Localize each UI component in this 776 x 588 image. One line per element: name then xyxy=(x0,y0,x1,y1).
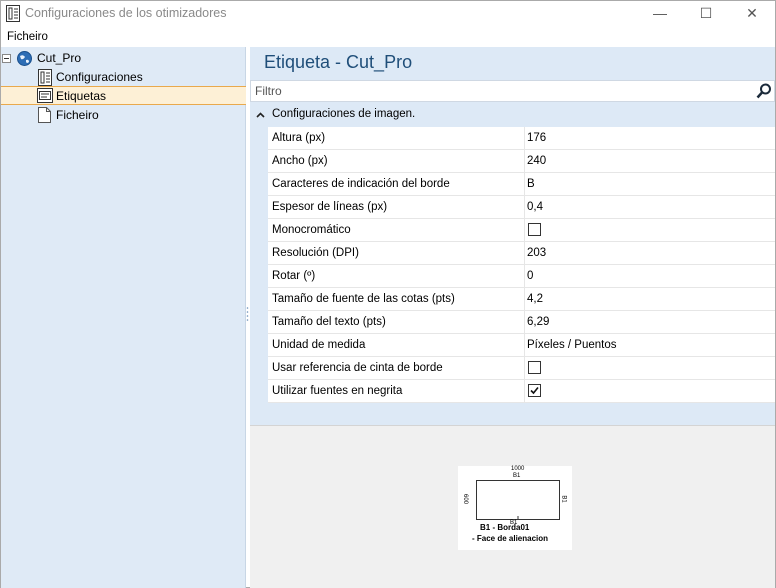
property-name: Tamaño del texto (pts) xyxy=(272,316,386,328)
property-row-monocromatico[interactable]: Monocromático xyxy=(268,219,775,242)
tree-item-cut-pro[interactable]: Cut_Pro xyxy=(1,49,246,68)
category-label: Configuraciones de imagen. xyxy=(272,108,416,120)
property-row-unidad[interactable]: Unidad de medida Píxeles / Puentos xyxy=(268,334,775,357)
column-divider xyxy=(524,219,525,242)
page-title: Etiqueta - Cut_Pro xyxy=(264,52,413,72)
column-divider xyxy=(524,288,525,311)
globe-icon xyxy=(17,51,32,66)
property-value[interactable]: 4,2 xyxy=(527,293,543,305)
column-divider xyxy=(524,311,525,334)
filter-input[interactable] xyxy=(255,83,745,99)
property-name: Monocromático xyxy=(272,224,351,236)
property-name: Unidad de medida xyxy=(272,339,366,351)
face-label: - Face de alienacion xyxy=(472,534,549,543)
label-preview: 1000 B1 600 B1 B1 B1 - Borda01 - Face de… xyxy=(458,466,572,550)
property-row-altura[interactable]: Altura (px) 176 xyxy=(268,127,775,150)
column-divider xyxy=(524,265,525,288)
property-value[interactable]: 6,29 xyxy=(527,316,549,328)
chevron-up-icon[interactable] xyxy=(255,107,267,121)
navigation-tree: Cut_Pro Configuraciones Etiquetas Fichei… xyxy=(1,47,246,588)
property-value[interactable]: 0 xyxy=(527,270,533,282)
property-row-caracteres[interactable]: Caracteres de indicación del borde B xyxy=(268,173,775,196)
property-row-rotar[interactable]: Rotar (º) 0 xyxy=(268,265,775,288)
property-value[interactable]: B xyxy=(527,178,535,190)
property-name: Caracteres de indicación del borde xyxy=(272,178,450,190)
vertical-splitter[interactable] xyxy=(246,306,249,322)
category-row[interactable]: Configuraciones de imagen. xyxy=(250,104,775,126)
property-row-ancho[interactable]: Ancho (px) 240 xyxy=(268,150,775,173)
negrita-checkbox[interactable] xyxy=(528,384,541,397)
property-name: Rotar (º) xyxy=(272,270,316,282)
checkmark-icon xyxy=(530,386,539,395)
column-divider xyxy=(524,196,525,219)
title-bar: Configuraciones de los otimizadores — ☐ … xyxy=(1,1,775,27)
label-icon xyxy=(37,88,53,103)
panel-header: Etiqueta - Cut_Pro xyxy=(250,47,775,79)
top-dimension: 1000 xyxy=(511,466,525,472)
column-divider xyxy=(524,150,525,173)
property-value[interactable]: Píxeles / Puentos xyxy=(527,339,617,351)
filter-box xyxy=(250,80,775,102)
cinta-borde-checkbox[interactable] xyxy=(528,361,541,374)
minimize-button[interactable]: — xyxy=(637,1,683,27)
tree-item-ficheiro[interactable]: Ficheiro xyxy=(1,106,246,125)
window-title: Configuraciones de los otimizadores xyxy=(25,6,227,20)
property-name: Altura (px) xyxy=(272,132,326,144)
property-name: Usar referencia de cinta de borde xyxy=(272,362,443,374)
piece-name: B1 - Borda01 xyxy=(480,523,530,532)
app-window: Configuraciones de los otimizadores — ☐ … xyxy=(0,0,776,588)
panel-outline xyxy=(476,480,560,520)
property-name: Utilizar fuentes en negrita xyxy=(272,385,403,397)
property-name: Tamaño de fuente de las cotas (pts) xyxy=(272,293,455,305)
app-icon xyxy=(6,5,20,22)
maximize-button[interactable]: ☐ xyxy=(683,1,729,27)
tree-item-label: Cut_Pro xyxy=(37,51,82,65)
property-row-tamano-texto[interactable]: Tamaño del texto (pts) 6,29 xyxy=(268,311,775,334)
column-divider xyxy=(524,242,525,265)
tree-item-etiquetas[interactable]: Etiquetas xyxy=(1,86,246,105)
menu-ficheiro[interactable]: Ficheiro xyxy=(7,31,48,43)
menu-bar: Ficheiro xyxy=(1,29,775,47)
top-edge-label: B1 xyxy=(513,473,521,479)
optimizer-icon xyxy=(38,69,52,86)
collapse-icon[interactable] xyxy=(2,54,11,63)
property-name: Espesor de líneas (px) xyxy=(272,201,388,213)
tree-item-label: Configuraciones xyxy=(56,70,143,84)
property-row-espesor[interactable]: Espesor de líneas (px) 0,4 xyxy=(268,196,775,219)
property-row-resolucion[interactable]: Resolución (DPI) 203 xyxy=(268,242,775,265)
column-divider xyxy=(524,334,525,357)
property-value[interactable]: 0,4 xyxy=(527,201,543,213)
property-value[interactable]: 203 xyxy=(527,247,546,259)
property-name: Resolución (DPI) xyxy=(272,247,359,259)
close-button[interactable]: ✕ xyxy=(729,1,775,27)
left-dimension: 600 xyxy=(462,493,469,505)
label-preview-area: 1000 B1 600 B1 B1 B1 - Borda01 - Face de… xyxy=(250,425,775,588)
property-value[interactable]: 176 xyxy=(527,132,546,144)
monocromatico-checkbox[interactable] xyxy=(528,223,541,236)
column-divider xyxy=(524,127,525,150)
search-icon[interactable] xyxy=(756,83,772,99)
property-row-negrita[interactable]: Utilizar fuentes en negrita xyxy=(268,380,775,403)
property-row-cinta-borde[interactable]: Usar referencia de cinta de borde xyxy=(268,357,775,380)
right-edge-label: B1 xyxy=(560,495,567,503)
tree-item-configuraciones[interactable]: Configuraciones xyxy=(1,68,246,87)
property-row-fuente-cotas[interactable]: Tamaño de fuente de las cotas (pts) 4,2 xyxy=(268,288,775,311)
tree-item-label: Etiquetas xyxy=(56,89,107,103)
property-name: Ancho (px) xyxy=(272,155,328,167)
column-divider xyxy=(524,380,525,403)
column-divider xyxy=(524,357,525,380)
file-icon xyxy=(38,107,51,123)
property-value[interactable]: 240 xyxy=(527,155,546,167)
column-divider xyxy=(524,173,525,196)
tree-item-label: Ficheiro xyxy=(56,108,99,122)
